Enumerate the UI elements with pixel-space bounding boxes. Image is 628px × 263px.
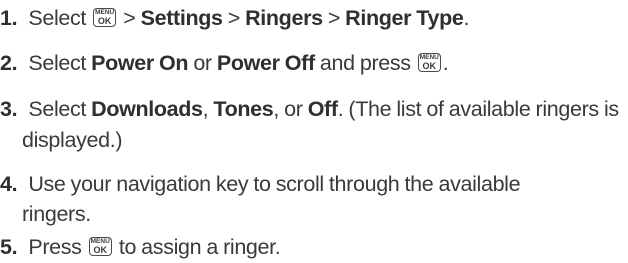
path-separator: >: [227, 6, 241, 30]
step-number: 1.: [0, 6, 18, 30]
step-end: .: [442, 51, 449, 75]
step-text: Use your navigation key to scroll throug…: [28, 172, 521, 196]
menu-ok-key-icon: MENU OK: [417, 53, 441, 72]
step-text: Select: [28, 51, 87, 75]
instruction-steps: 1. Select MENU OK > Settings > Ringers > …: [0, 0, 628, 263]
step-number: 3.: [0, 97, 18, 121]
option-off: Off: [307, 97, 338, 121]
step-text: Select: [28, 6, 87, 30]
step-number: 5.: [0, 235, 18, 259]
step-text: ringers.: [22, 202, 91, 226]
step-end: .: [463, 6, 470, 30]
step-text: displayed.): [22, 128, 123, 152]
step-number: 4.: [0, 172, 18, 196]
step-text: and press: [319, 51, 411, 75]
step-text: to assign a ringer.: [118, 235, 281, 259]
step-text: . (The list of available ringers is: [337, 97, 619, 121]
option-power-off: Power Off: [216, 51, 315, 75]
step-3-continued: displayed.): [0, 125, 628, 156]
step-3: 3. Select Downloads, Tones, or Off. (The…: [0, 94, 622, 125]
step-2: 2. Select Power On or Power Off and pres…: [0, 48, 622, 79]
path-separator: >: [327, 6, 341, 30]
path-separator: >: [123, 6, 136, 30]
menu-path-ringer-type: Ringer Type: [345, 6, 464, 30]
step-4-continued: ringers.: [0, 199, 628, 230]
step-text: , or: [273, 97, 303, 121]
menu-ok-key-icon: MENU OK: [88, 237, 112, 256]
menu-path-ringers: Ringers: [245, 6, 323, 30]
step-text: or: [193, 51, 212, 75]
step-4: 4. Use your navigation key to scroll thr…: [0, 169, 622, 200]
step-text: ,: [202, 97, 209, 121]
menu-ok-key-icon: MENU OK: [93, 8, 117, 27]
menu-path-settings: Settings: [140, 6, 223, 30]
step-1: 1. Select MENU OK > Settings > Ringers > …: [0, 3, 622, 34]
step-text: Select: [28, 97, 87, 121]
option-power-on: Power On: [91, 51, 189, 75]
step-number: 2.: [0, 51, 18, 75]
option-downloads: Downloads: [91, 97, 203, 121]
option-tones: Tones: [213, 97, 274, 121]
step-text: Press: [28, 235, 82, 259]
step-5: 5. Press MENU OK to assign a ringer.: [0, 232, 622, 263]
